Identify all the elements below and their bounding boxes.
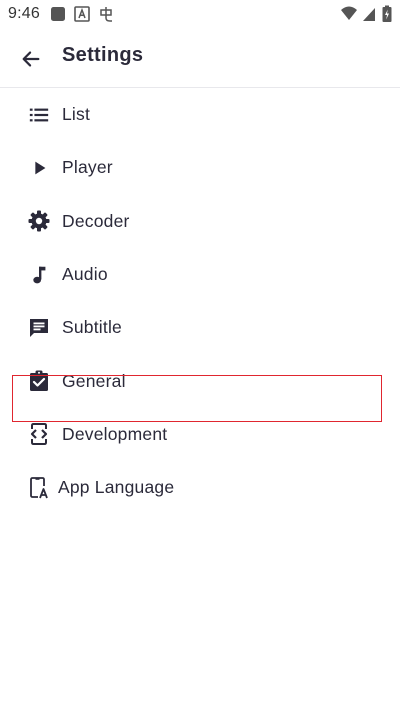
gear-icon [27,209,51,233]
list-icon [27,103,51,127]
arrow-back-icon [22,51,40,67]
menu-label-subtitle: Subtitle [62,317,122,338]
settings-screen: 9:46 Settings List Player Decoder Audio … [0,0,400,710]
app-bar: Settings [0,30,400,87]
cell-signal-icon [362,5,376,23]
subtitle-icon [27,316,51,340]
status-time: 9:46 [8,5,40,22]
menu-item-decoder[interactable]: Decoder [0,195,400,248]
menu-label-decoder: Decoder [62,210,130,231]
wifi-icon [340,5,358,23]
square-notification-icon [50,6,66,22]
menu-label-audio: Audio [62,264,108,285]
menu-item-audio[interactable]: Audio [0,248,400,301]
status-bar: 9:46 [0,0,400,30]
menu-item-list[interactable]: List [0,88,400,141]
menu-label-app-language: App Language [58,477,175,498]
code-device-icon [27,422,51,446]
menu-label-player: Player [62,157,113,178]
music-note-icon [27,263,51,287]
settings-menu: List Player Decoder Audio Subtitle Gener… [0,88,400,514]
menu-item-subtitle[interactable]: Subtitle [0,301,400,354]
menu-item-player[interactable]: Player [0,141,400,194]
menu-label-development: Development [62,423,168,444]
chinese-character-icon [98,6,114,22]
play-icon [27,156,51,180]
phone-language-icon [27,476,51,500]
page-title: Settings [62,44,144,66]
menu-item-app-language[interactable]: App Language [0,461,400,514]
highlight-box [12,375,382,422]
menu-label-list: List [62,104,91,125]
font-notification-icon [74,6,90,22]
back-button[interactable] [16,45,46,73]
battery-charging-icon [382,5,392,23]
